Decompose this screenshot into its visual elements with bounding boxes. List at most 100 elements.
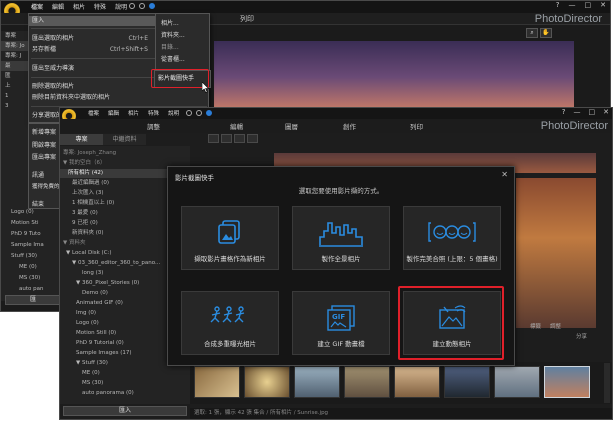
filmstrip-thumbnail[interactable] [444,366,490,398]
settings-icon[interactable] [186,110,192,116]
tab-print[interactable]: 列印 [410,121,423,131]
import-button[interactable]: 匯入 [63,406,187,416]
option-perfect-group[interactable]: 製作完美合照 (上限：5 個畫格) [403,206,501,270]
faces-icon [428,222,476,242]
option-gif[interactable]: GIF 建立 GIF 動畫檔 [292,291,390,355]
library-item[interactable]: MS (30) [60,379,190,388]
filmstrip-thumbnail[interactable] [394,366,440,398]
menu-item-delete-from-folder[interactable]: 刪除目前資料夾中選取的相片 [29,93,208,103]
adjust-label[interactable]: 調整 [550,322,561,330]
option-label: 合成多重曝光相片 [204,340,256,348]
submenu-item-from-library[interactable]: 從書櫃... [156,55,209,65]
menu-edit[interactable]: 編輯 [52,2,64,11]
tab-create[interactable]: 創作 [343,121,356,131]
library-section-header[interactable]: 專案: Joseph_Zhang [60,149,190,158]
filmstrip-thumbnail[interactable] [344,366,390,398]
menu-item-label: 另存新檔 [32,46,57,53]
menu-item-free-content[interactable]: 獲得免費的 [32,182,60,190]
compare-view-icon[interactable] [234,134,245,143]
option-label: 擷取影片畫格作為新相片 [194,255,266,263]
zoom-icon[interactable]: ⌕ [526,28,538,38]
menu-item-label: 匯出選取的相片 [32,35,75,42]
menu-help[interactable]: 說明 [115,2,127,11]
hand-icon[interactable]: ✋ [540,28,552,38]
menu-shortcut: Ctrl+Shift+S [109,46,148,53]
menu-item-new-project[interactable]: 新增專案 [32,127,56,136]
notification-icon[interactable] [206,110,212,116]
menu-photo[interactable]: 相片 [128,109,139,117]
option-multi-exposure[interactable]: 合成多重曝光相片 [181,291,279,355]
folder-item[interactable]: Motion Sti [1,220,61,231]
menu-photo[interactable]: 相片 [73,2,85,11]
library-item[interactable]: ME (0) [60,369,190,378]
brand-title: PhotoDirector [540,120,608,132]
filmstrip-thumbnail[interactable] [194,366,240,398]
menu-file[interactable]: 檔案 [31,2,43,11]
library-item[interactable]: auto panorama (0) [60,389,190,398]
share-button[interactable]: 分享 [576,332,587,340]
update-icon[interactable] [139,3,145,9]
menu-edit[interactable]: 編輯 [108,109,119,117]
help-button[interactable]: ? [556,1,560,9]
folder-item[interactable]: Logo (0) [1,209,61,220]
filmstrip-thumbnail[interactable] [244,366,290,398]
menu-item-export-project[interactable]: 匯出專案 [32,152,56,161]
tab-project[interactable]: 專案 [60,134,103,145]
tab-metadata[interactable]: 中繼資料 [103,134,146,145]
menu-shortcut: Ctrl+E [128,35,149,42]
menu-special[interactable]: 特殊 [94,2,106,11]
option-panorama[interactable]: 製作全景相片 [292,206,390,270]
single-view-icon[interactable] [221,134,232,143]
module-tabs: 調整 編輯 圖層 創作 列印 [60,119,612,133]
folder-item[interactable]: MS (30) [1,275,61,286]
menu-file[interactable]: 檔案 [88,109,99,117]
view-tools: ⌕ ✋ [526,28,552,38]
menu-item-exit[interactable]: 結束 [32,199,44,208]
filmstrip-thumbnail-selected[interactable] [544,366,590,398]
window-controls: ? — □ ✕ [556,1,606,9]
gif-icon: GIF [327,305,355,331]
dialog-close-icon[interactable]: ✕ [501,170,508,179]
option-extract-frames[interactable]: 擷取影片畫格作為新相片 [181,206,279,270]
maximize-button[interactable]: □ [589,108,596,116]
menu-item-label: 匯入 [32,17,45,24]
help-button[interactable]: ? [562,108,566,116]
menu-item-news[interactable]: 訊通 [32,170,44,179]
menu-item-open-project[interactable]: 開啟專案 [32,140,56,149]
filmstrip-thumbnail[interactable] [494,366,540,398]
menu-special[interactable]: 特殊 [148,109,159,117]
folder-item[interactable]: Sample Ima [1,242,61,253]
submenu-item-catalog[interactable]: 目錄... [156,43,209,53]
main-menu: 檔案 編輯 相片 特殊 說明 [88,109,179,117]
tab-print[interactable]: 列印 [240,14,254,24]
notification-icon[interactable] [149,3,155,9]
maximize-button[interactable]: □ [585,1,592,9]
view-toolbar [208,134,258,143]
submenu-item-photos[interactable]: 相片... [156,19,209,29]
tag-label[interactable]: 標籤 [530,322,541,330]
minimize-button[interactable]: — [569,1,576,9]
close-button[interactable]: ✕ [603,108,609,116]
folder-item[interactable]: Stuff (30) [1,253,61,264]
import-button[interactable]: 匯 [5,295,61,305]
tab-layers[interactable]: 圖層 [285,121,298,131]
folder-item[interactable]: ME (0) [1,264,61,275]
survey-view-icon[interactable] [247,134,258,143]
running-figures-icon [210,306,245,323]
filmstrip-scrollbar[interactable] [604,363,610,403]
filmstrip-thumbnail[interactable] [294,366,340,398]
tab-edit[interactable]: 編輯 [230,121,243,131]
update-icon[interactable] [196,110,202,116]
tab-adjust[interactable]: 調整 [147,121,160,131]
menu-help[interactable]: 說明 [168,109,179,117]
submenu-item-folder[interactable]: 資料夾... [156,31,209,41]
window-controls: ? — □ ✕ [562,108,609,116]
frames-icon [218,220,240,244]
minimize-button[interactable]: — [574,108,581,116]
panel-tabs: 專案 中繼資料 [60,134,146,145]
folder-item[interactable]: PhD 9 Tuto [1,231,61,242]
file-menu-lower: 新增專案 開啟專案 匯出專案 訊通 獲得免費的 結束 [28,123,62,209]
settings-icon[interactable] [129,3,135,9]
grid-view-icon[interactable] [208,134,219,143]
close-button[interactable]: ✕ [600,1,606,9]
